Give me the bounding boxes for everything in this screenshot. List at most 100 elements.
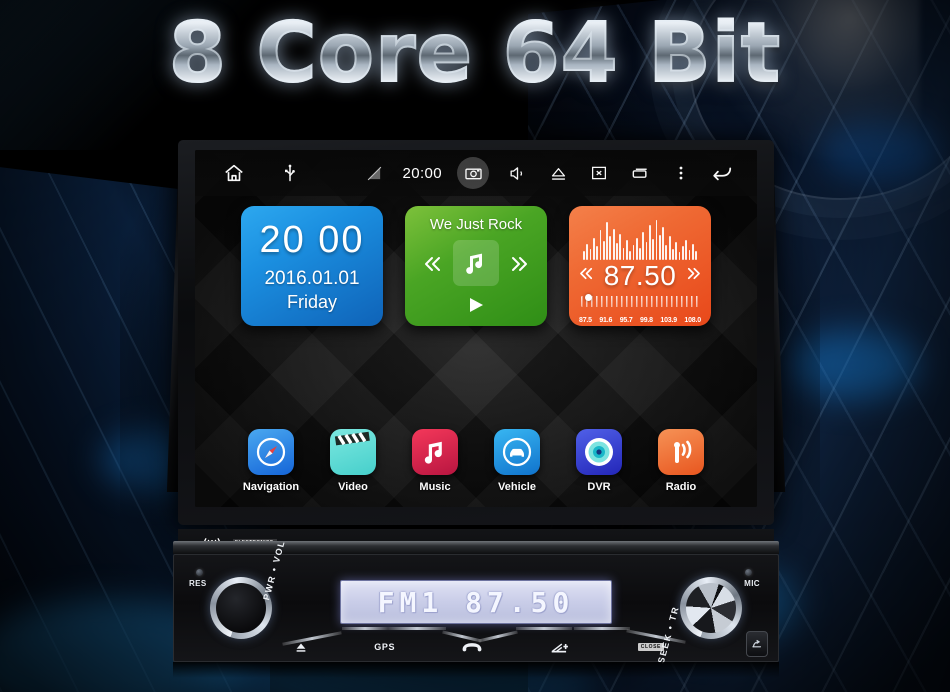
scale-tick-label: 108.0 — [684, 317, 701, 324]
spectrum-bar — [629, 251, 631, 260]
spectrum-bar — [625, 240, 628, 260]
faceplate-top-lip — [173, 541, 779, 554]
knob-face — [216, 583, 266, 633]
screen-bezel: 20:00 20 00 2016.01.01 Friday We Just Ro… — [178, 140, 774, 525]
status-clock: 20:00 — [402, 164, 442, 182]
faceplate-body: RES PWR • VOL FM1 87.50 GPS CLOSE SEEK •… — [173, 539, 779, 664]
music-widget-title: We Just Rock — [429, 216, 523, 233]
power-volume-knob[interactable] — [210, 577, 272, 639]
reset-label: RES — [189, 579, 207, 588]
clapperboard-icon — [330, 429, 376, 475]
spectrum-bar — [583, 251, 585, 260]
status-bar: 20:00 — [195, 150, 757, 196]
radio-tuning-scale[interactable] — [581, 296, 699, 307]
app-label: Vehicle — [498, 481, 536, 493]
radio-frequency: 87.50 — [603, 260, 677, 291]
home-icon[interactable] — [221, 160, 247, 186]
clock-widget-date: 2016.01.01 — [264, 268, 360, 289]
car-icon — [494, 429, 540, 475]
spectrum-bar — [619, 234, 622, 260]
radio-wave-icon — [658, 429, 704, 475]
clock-widget-day: Friday — [286, 292, 337, 312]
radio-next-button[interactable] — [684, 264, 703, 288]
knob-face — [686, 583, 736, 633]
clock-widget[interactable]: 20 00 2016.01.01 Friday — [241, 206, 383, 326]
spectrum-bar — [695, 251, 697, 260]
faceplate: RES PWR • VOL FM1 87.50 GPS CLOSE SEEK •… — [167, 539, 785, 691]
radio-tuning-handle[interactable] — [585, 294, 592, 301]
spectrum-bar — [592, 238, 595, 260]
spectrum-bar — [655, 220, 658, 260]
target-icon — [576, 429, 622, 475]
music-note-icon — [453, 240, 499, 286]
scale-tick-label: 103.9 — [660, 317, 677, 324]
spectrum-bar — [691, 244, 694, 260]
app-dvr[interactable]: DVR — [573, 429, 625, 493]
scale-tick-label: 91.6 — [599, 317, 613, 324]
back-icon[interactable] — [709, 160, 735, 186]
eject-icon[interactable] — [545, 160, 571, 186]
app-label: Radio — [665, 481, 697, 493]
app-video[interactable]: Video — [327, 429, 379, 493]
recents-icon[interactable] — [627, 160, 653, 186]
faceplate-button-row: GPS CLOSE — [294, 635, 664, 659]
overflow-menu-icon[interactable] — [668, 160, 694, 186]
reset-led — [196, 569, 203, 576]
spectrum-bar — [639, 248, 641, 260]
seek-track-knob[interactable] — [680, 577, 742, 639]
app-label: DVR — [587, 481, 611, 493]
page-title: 8 Core 64 Bit — [0, 5, 950, 102]
angle-button[interactable] — [550, 640, 572, 654]
trim-rail — [516, 627, 572, 630]
music-next-button[interactable] — [507, 252, 531, 281]
music-note-icon — [412, 429, 458, 475]
spectrum-bar — [635, 238, 638, 260]
car-stereo-device: 20:00 20 00 2016.01.01 Friday We Just Ro… — [166, 136, 786, 692]
spectrum-bar — [648, 225, 651, 260]
app-label: Navigation — [242, 481, 300, 493]
app-icon-row: Navigation Video Music Vehicle DVR Radio — [195, 429, 757, 493]
app-label: Music — [419, 481, 451, 493]
spectrum-bar — [616, 243, 618, 260]
spectrum-bar — [685, 240, 688, 260]
app-vehicle[interactable]: Vehicle — [491, 429, 543, 493]
close-box-icon[interactable] — [586, 160, 612, 186]
volume-icon[interactable] — [504, 160, 530, 186]
radio-scale-ticks: 87.5 91.6 95.7 99.8 103.9 108.0 — [579, 317, 701, 324]
radio-prev-button[interactable] — [577, 264, 596, 288]
music-prev-button[interactable] — [421, 252, 445, 281]
touchscreen[interactable]: 20:00 20 00 2016.01.01 Friday We Just Ro… — [195, 150, 757, 507]
usb-icon[interactable] — [277, 160, 303, 186]
spectrum-bar — [589, 249, 592, 260]
app-navigation[interactable]: Navigation — [242, 429, 300, 493]
spectrum-bar — [606, 222, 608, 260]
app-radio[interactable]: Radio — [655, 429, 707, 493]
app-music[interactable]: Music — [409, 429, 461, 493]
spectrum-bar — [688, 250, 691, 260]
scale-tick-label: 95.7 — [619, 317, 633, 324]
spectrum-bar — [586, 244, 589, 260]
spectrum-bar — [668, 236, 671, 260]
camera-icon[interactable] — [457, 157, 489, 189]
gps-button[interactable]: GPS — [374, 642, 395, 652]
spectrum-bar — [652, 239, 655, 260]
eject-button[interactable] — [294, 640, 308, 654]
trim-rail — [342, 627, 388, 630]
spectrum-bar — [662, 227, 664, 260]
scale-tick-label: 87.5 — [579, 317, 592, 324]
lcd-text: FM1 87.50 — [377, 585, 575, 619]
radio-widget[interactable]: 87.50 87.5 91.6 95.7 99.8 103.9 108.0 — [569, 206, 711, 326]
widget-row: 20 00 2016.01.01 Friday We Just Rock 87.… — [195, 206, 757, 326]
detach-button[interactable] — [746, 631, 768, 657]
spectrum-bar — [612, 229, 615, 260]
spectrum-bar — [622, 248, 625, 260]
faceplate-shadow — [173, 662, 779, 678]
spectrum-bar — [675, 242, 678, 260]
music-widget[interactable]: We Just Rock — [405, 206, 547, 326]
spectrum-bar — [665, 245, 668, 260]
music-play-button[interactable] — [465, 295, 487, 320]
spectrum-bar — [658, 235, 661, 260]
phone-button[interactable] — [461, 640, 483, 654]
spectrum-bar — [599, 230, 602, 260]
app-label: Video — [338, 481, 368, 493]
